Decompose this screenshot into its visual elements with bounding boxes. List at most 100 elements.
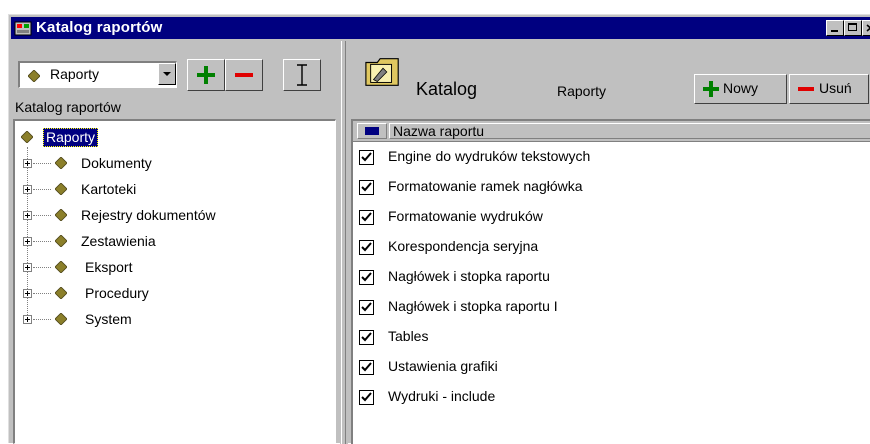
item-checkbox[interactable] bbox=[359, 180, 374, 195]
tree-node-rejestry[interactable]: Rejestry dokumentów bbox=[15, 205, 315, 225]
item-checkbox[interactable] bbox=[359, 360, 374, 375]
tree-node-system[interactable]: System bbox=[15, 309, 315, 329]
chevron-down-icon bbox=[163, 72, 171, 76]
checkmark-icon bbox=[361, 272, 372, 282]
item-label: Formatowanie ramek nagłówka bbox=[388, 178, 583, 194]
expand-icon[interactable] bbox=[23, 211, 32, 220]
report-list[interactable]: Nazwa raportu Engine do wydruków tekstow… bbox=[351, 119, 870, 444]
list-item[interactable]: Ustawienia grafiki bbox=[353, 353, 870, 383]
app-icon bbox=[14, 21, 32, 36]
diamond-icon bbox=[55, 209, 67, 221]
tree-line bbox=[33, 293, 51, 295]
minus-icon bbox=[798, 87, 814, 91]
delete-report-button[interactable]: Usuń bbox=[789, 74, 869, 104]
tree-line bbox=[33, 189, 51, 191]
remove-catalog-button[interactable] bbox=[225, 59, 263, 91]
tree-node-eksport[interactable]: Eksport bbox=[15, 257, 315, 277]
checkmark-icon bbox=[361, 332, 372, 342]
checkmark-icon bbox=[361, 242, 372, 252]
rename-catalog-button[interactable] bbox=[283, 59, 321, 91]
column-header-nazwa[interactable]: Nazwa raportu bbox=[389, 123, 870, 139]
diamond-icon bbox=[55, 235, 67, 247]
catalog-combo[interactable]: Raporty bbox=[18, 61, 177, 88]
minimize-button[interactable] bbox=[826, 20, 844, 36]
item-checkbox[interactable] bbox=[359, 270, 374, 285]
tree-node-raporty[interactable]: Raporty bbox=[15, 127, 315, 147]
checkmark-icon bbox=[361, 302, 372, 312]
item-label: Ustawienia grafiki bbox=[388, 358, 498, 374]
folder-icon bbox=[365, 58, 399, 86]
diamond-icon bbox=[55, 313, 67, 325]
combo-dropdown-button[interactable] bbox=[158, 63, 176, 85]
item-checkbox[interactable] bbox=[359, 150, 374, 165]
list-header: Nazwa raportu bbox=[353, 121, 870, 142]
new-report-label: Nowy bbox=[723, 80, 759, 96]
list-item[interactable]: Nagłówek i stopka raportu bbox=[353, 263, 870, 293]
maximize-button[interactable] bbox=[844, 20, 862, 36]
new-report-button[interactable]: Nowy bbox=[694, 74, 787, 104]
item-checkbox[interactable] bbox=[359, 330, 374, 345]
expand-icon[interactable] bbox=[23, 263, 32, 272]
checkmark-icon bbox=[361, 182, 372, 192]
expand-icon[interactable] bbox=[23, 159, 32, 168]
checkmark-icon bbox=[361, 152, 372, 162]
item-checkbox[interactable] bbox=[359, 390, 374, 405]
tree-item-label: System bbox=[85, 311, 132, 327]
tree-root-label: Raporty bbox=[43, 128, 99, 147]
checkmark-icon bbox=[361, 392, 372, 402]
item-label: Formatowanie wydruków bbox=[388, 208, 543, 224]
diamond-icon bbox=[55, 287, 67, 299]
tree-item-label: Kartoteki bbox=[81, 181, 137, 197]
left-pane: Raporty Katalog raportów Raporty Dokumen… bbox=[11, 41, 340, 444]
select-all-button[interactable] bbox=[357, 123, 387, 139]
delete-report-label: Usuń bbox=[819, 80, 852, 96]
plus-icon bbox=[197, 66, 215, 84]
maximize-icon bbox=[848, 23, 857, 31]
tree-node-kartoteki[interactable]: Kartoteki bbox=[15, 179, 315, 199]
combo-value: Raporty bbox=[50, 66, 100, 82]
catalog-title: Katalog bbox=[416, 79, 478, 99]
catalog-subtitle: Raporty bbox=[557, 83, 607, 99]
list-item[interactable]: Wydruki - include bbox=[353, 383, 870, 413]
item-checkbox[interactable] bbox=[359, 240, 374, 255]
right-pane: Katalog Raporty Nowy Usuń Nazwa raportu … bbox=[348, 41, 870, 444]
tree-node-dokumenty[interactable]: Dokumenty bbox=[15, 153, 315, 173]
catalog-tree-label: Katalog raportów bbox=[15, 99, 121, 115]
tree-line bbox=[33, 163, 51, 165]
tree-line bbox=[33, 267, 51, 269]
checkmark-icon bbox=[361, 362, 372, 372]
pane-splitter[interactable] bbox=[340, 41, 348, 444]
expand-icon[interactable] bbox=[23, 185, 32, 194]
text-cursor-icon bbox=[297, 64, 307, 86]
tree-node-procedury[interactable]: Procedury bbox=[15, 283, 315, 303]
list-item[interactable]: Nagłówek i stopka raportu I bbox=[353, 293, 870, 323]
list-item[interactable]: Formatowanie wydruków bbox=[353, 203, 870, 233]
catalog-tree[interactable]: Raporty Dokumenty Kartoteki Rejestry dok… bbox=[13, 119, 336, 444]
list-item[interactable]: Engine do wydruków tekstowych bbox=[353, 143, 870, 173]
tree-node-zestawienia[interactable]: Zestawienia bbox=[15, 231, 315, 251]
tree-item-label: Rejestry dokumentów bbox=[81, 207, 216, 223]
diamond-icon bbox=[55, 261, 67, 273]
checkmark-icon bbox=[361, 212, 372, 222]
item-label: Korespondencja seryjna bbox=[388, 238, 539, 254]
list-item[interactable]: Korespondencja seryjna bbox=[353, 233, 870, 263]
list-item[interactable]: Tables bbox=[353, 323, 870, 353]
expand-icon[interactable] bbox=[23, 237, 32, 246]
header-marker-icon bbox=[365, 127, 379, 135]
tree-item-label: Procedury bbox=[85, 285, 149, 301]
close-button[interactable] bbox=[862, 20, 870, 36]
minus-icon bbox=[235, 73, 253, 77]
expand-icon[interactable] bbox=[23, 315, 32, 324]
item-checkbox[interactable] bbox=[359, 300, 374, 315]
item-label: Wydruki - include bbox=[388, 388, 496, 404]
expand-icon[interactable] bbox=[23, 289, 32, 298]
plus-icon bbox=[703, 81, 719, 97]
list-item[interactable]: Formatowanie ramek nagłówka bbox=[353, 173, 870, 203]
tree-item-label: Eksport bbox=[85, 259, 133, 275]
minimize-icon bbox=[831, 30, 838, 32]
title-bar[interactable]: Katalog raportów bbox=[11, 17, 870, 39]
diamond-icon bbox=[55, 183, 67, 195]
item-checkbox[interactable] bbox=[359, 210, 374, 225]
add-catalog-button[interactable] bbox=[187, 59, 225, 91]
tree-item-label: Dokumenty bbox=[81, 155, 152, 171]
